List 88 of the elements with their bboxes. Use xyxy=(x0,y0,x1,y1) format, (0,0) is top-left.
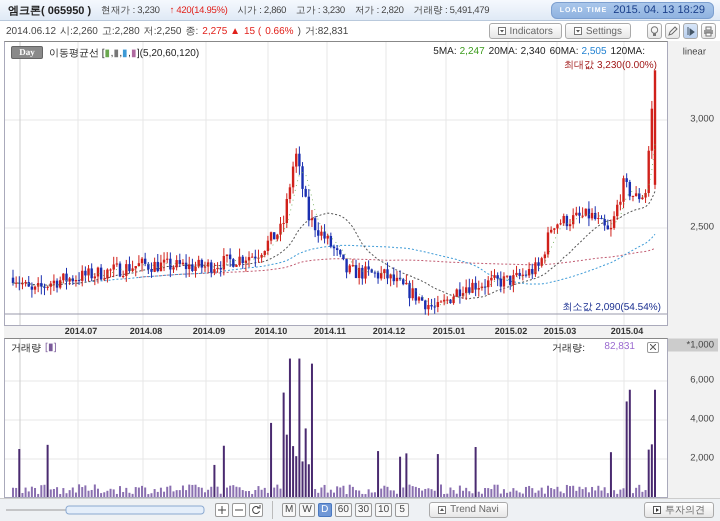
volume-reading: 82,831 xyxy=(604,340,635,352)
legend-text: ](5,20,60,120) xyxy=(136,48,200,59)
period-button[interactable]: 60 xyxy=(334,502,352,517)
candle-info-text: 거:82,831 xyxy=(304,25,348,38)
scrollbar-drawing[interactable] xyxy=(6,504,206,515)
refresh-icon xyxy=(251,504,261,515)
candle-info-text: 고:2,280 xyxy=(102,25,140,38)
ma-label: 20MA: xyxy=(488,46,518,57)
axis-label: 2014.10 xyxy=(254,326,288,336)
legend-swatch: ▮ xyxy=(130,48,137,59)
period-button[interactable]: W xyxy=(299,502,315,517)
axis-label: 3,000 xyxy=(690,113,714,124)
legend-swatch: ▮ xyxy=(122,48,128,59)
quote-field: 현재가 : 3,230 xyxy=(101,4,160,17)
quote-field: 고가 : 3,230 xyxy=(296,4,345,17)
axis-label: 2014.09 xyxy=(192,326,226,336)
volume-legend: [▮] xyxy=(45,340,57,353)
unit-label: *1,000 xyxy=(668,338,718,352)
volume-reading-label: 거래량: xyxy=(552,342,585,355)
axis-label: 2,000 xyxy=(690,452,714,464)
min-price-label: 최소값 2,090(54.54%) xyxy=(562,300,661,314)
axis-label: 2015.03 xyxy=(544,326,576,336)
plus-icon xyxy=(218,506,226,514)
axis-label: 2,500 xyxy=(690,221,714,232)
legend-text: , xyxy=(119,48,122,59)
load-time-value: 2015. 04. 13 18:29 xyxy=(613,4,705,16)
ma-label: 120MA: xyxy=(610,46,645,57)
printer-icon xyxy=(703,26,714,37)
ma-value: 2,340 xyxy=(520,46,546,57)
pen-icon xyxy=(668,26,678,36)
trend-navi-button[interactable]: Trend Navi xyxy=(429,502,508,518)
legend-swatch: ▮ xyxy=(113,48,120,59)
legend-name: 이동평균선 xyxy=(49,48,100,59)
axis-label: 2014.12 xyxy=(372,326,406,336)
play-box-icon xyxy=(653,506,661,514)
legend-text: , xyxy=(110,48,114,59)
tool-button[interactable] xyxy=(701,23,716,40)
candle-info-text: 시:2,260 xyxy=(60,25,98,38)
candle-info-text: 저:2,250 xyxy=(144,25,182,38)
axis-label: 2015.02 xyxy=(494,326,528,336)
tool-button[interactable] xyxy=(683,23,698,40)
legend-text: , xyxy=(128,48,131,59)
axis-label: 6,000 xyxy=(690,374,714,386)
tool-button[interactable] xyxy=(647,23,662,40)
candle-info-text: 15 ( xyxy=(244,26,262,37)
period-button[interactable]: 10 xyxy=(375,502,392,517)
candle-info-text: 2014.06.12 xyxy=(6,26,56,37)
axis-label: 2015.01 xyxy=(432,326,466,336)
zoom-in-button[interactable] xyxy=(215,502,229,517)
candle-info-text: 종: xyxy=(186,25,198,38)
axis-label: 4,000 xyxy=(690,413,714,424)
scale-label: linear xyxy=(682,46,706,58)
candle-info-text: 2,275 ▲ xyxy=(202,26,240,37)
arrow-box-icon xyxy=(438,506,446,514)
close-icon xyxy=(650,344,656,350)
dropdown-icon xyxy=(498,27,506,36)
candle-info-text: ) xyxy=(298,26,301,37)
axis-label: 2015.04 xyxy=(610,326,644,336)
volume-title: 거래량 xyxy=(11,342,41,355)
zoom-out-button[interactable] xyxy=(232,502,246,517)
dropdown-icon xyxy=(574,27,582,36)
opinion-button[interactable]: 투자의견 xyxy=(644,502,714,518)
axis-label: 2014.08 xyxy=(130,326,162,336)
candle-info-text: 0.66% xyxy=(265,26,294,37)
axis-label: 2014.11 xyxy=(314,326,346,336)
cursor-icon xyxy=(686,26,696,37)
ma-label: 5MA: xyxy=(433,46,457,57)
period-button[interactable]: M xyxy=(282,502,296,517)
legend-swatch: ▮ xyxy=(104,48,111,59)
period-button[interactable]: 30 xyxy=(354,502,372,517)
axis-label: 2014.07 xyxy=(64,326,98,336)
stock-name: 엠크론( 065950 ) xyxy=(8,4,92,18)
tool-button[interactable] xyxy=(665,23,680,40)
ma-label: 60MA: xyxy=(550,46,578,57)
settings-button[interactable]: Settings xyxy=(564,23,631,40)
quote-field: ↑ 420(14.95%) xyxy=(170,4,228,16)
quote-field: 거래량 : 5,491,479 xyxy=(414,4,490,17)
indicators-button[interactable]: Indicators xyxy=(488,23,562,40)
legend-text: [ xyxy=(102,48,105,59)
max-price-label: 최대값 3,230(0.00%) xyxy=(564,58,657,72)
period-button[interactable]: 5 xyxy=(395,502,410,517)
ma-value: 2,247 xyxy=(460,46,485,57)
quote-field: 시가 : 2,860 xyxy=(237,4,286,17)
close-button[interactable] xyxy=(647,342,659,353)
ma-value: 2,505 xyxy=(582,46,607,57)
quote-field: 저가 : 2,820 xyxy=(354,4,404,17)
refresh-button[interactable] xyxy=(249,502,263,517)
lightbulb-icon xyxy=(650,26,659,37)
